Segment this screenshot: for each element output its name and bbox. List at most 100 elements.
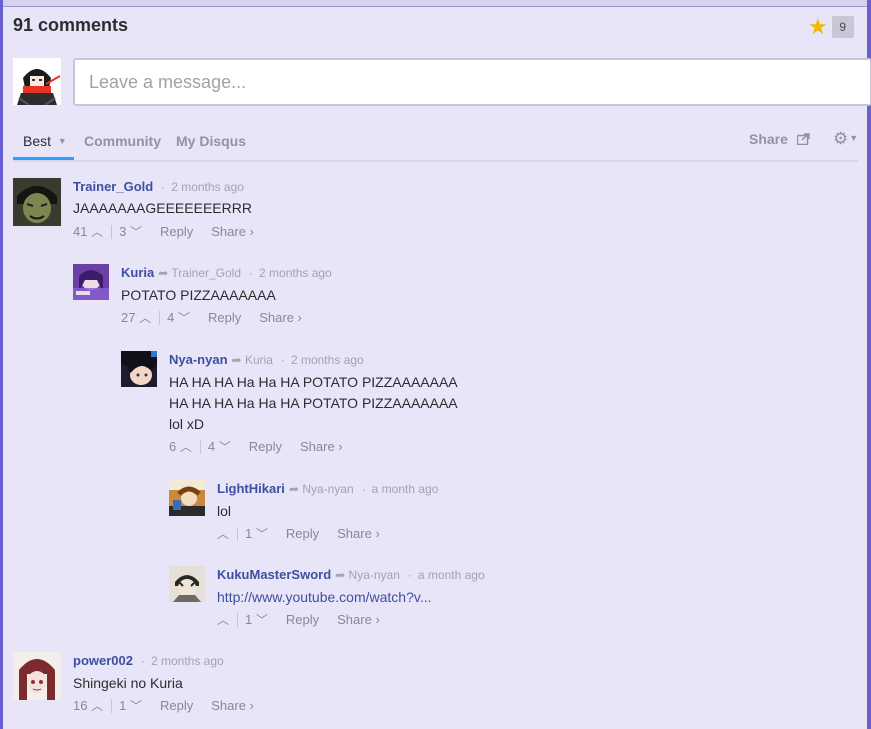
- reply-button[interactable]: Reply: [160, 224, 193, 239]
- upvote-count: 6: [169, 439, 177, 455]
- comment-actions: 6 ︿ 4 ﹀ Reply Share ›: [169, 438, 343, 455]
- comment-body: http://www.youtube.com/watch?v...: [217, 587, 432, 608]
- comment-timestamp[interactable]: 2 months ago: [291, 353, 364, 367]
- chevron-up-icon: ︿: [91, 225, 104, 240]
- comment-text-line: lol: [217, 503, 232, 519]
- comment-timestamp[interactable]: 2 months ago: [151, 654, 224, 668]
- comment-text-line: POTATO PIZZAAAAAAA: [121, 287, 276, 303]
- settings-button[interactable]: ⚙▼: [833, 129, 858, 149]
- share-button[interactable]: Share ›: [337, 612, 380, 627]
- chevron-down-icon: ﹀: [129, 225, 142, 240]
- downvote-button[interactable]: 1 ﹀: [245, 611, 268, 628]
- tab-best[interactable]: Best ▼: [23, 133, 67, 149]
- reply-button[interactable]: Reply: [208, 310, 241, 325]
- star-icon[interactable]: ★: [808, 16, 828, 38]
- avatar[interactable]: [73, 264, 109, 300]
- tab-my-disqus[interactable]: My Disqus: [176, 133, 246, 149]
- active-tab-indicator: [13, 157, 74, 160]
- downvote-button[interactable]: 1 ﹀: [245, 525, 268, 542]
- message-input[interactable]: [73, 58, 871, 106]
- share-button[interactable]: Share ›: [259, 310, 302, 325]
- share-thread-button[interactable]: Share: [749, 131, 810, 147]
- comment-body: JAAAAAAAGEEEEEEERRR: [73, 198, 252, 219]
- comment-item: LightHikari ➦ Nya-nyan · a month ago lol ︿ 1…: [169, 480, 809, 550]
- comment-timestamp[interactable]: 2 months ago: [259, 266, 332, 280]
- comment-author[interactable]: Nya-nyan: [169, 352, 228, 367]
- downvote-count: 4: [167, 310, 175, 326]
- recommend-star[interactable]: ★ 9: [808, 16, 854, 38]
- upvote-button[interactable]: 6 ︿: [169, 438, 192, 455]
- vote-divider: [111, 224, 113, 239]
- comment-author[interactable]: power002: [73, 653, 133, 668]
- comment-text-line: Shingeki no Kuria: [73, 675, 183, 691]
- share-button[interactable]: Share ›: [300, 439, 343, 454]
- frame-border-left: [0, 0, 3, 729]
- avatar[interactable]: [169, 566, 205, 602]
- comment-author[interactable]: LightHikari: [217, 481, 285, 496]
- chevron-up-icon: ︿: [179, 440, 192, 455]
- comment-author[interactable]: KukuMasterSword: [217, 567, 331, 582]
- upvote-button[interactable]: ︿: [217, 611, 229, 628]
- reply-button[interactable]: Reply: [286, 526, 319, 541]
- upvote-count: 27: [121, 310, 136, 326]
- gear-icon: ⚙: [833, 129, 849, 148]
- comment-item: Kuria ➦ Trainer_Gold · 2 months ago POTATO …: [73, 264, 793, 334]
- downvote-button[interactable]: 3 ﹀: [119, 223, 142, 240]
- parent-author[interactable]: Kuria: [245, 353, 273, 367]
- chevron-up-icon: ︿: [217, 527, 230, 542]
- parent-author[interactable]: Nya-nyan: [302, 482, 353, 496]
- separator-dot: ·: [140, 654, 145, 668]
- comment-text-line: HA HA HA Ha Ha HA POTATO PIZZAAAAAAA: [169, 374, 458, 390]
- downvote-button[interactable]: 1 ﹀: [119, 697, 142, 714]
- downvote-count: 1: [119, 698, 127, 714]
- downvote-count: 1: [245, 612, 253, 628]
- separator-dot: ·: [280, 353, 285, 367]
- frame-border-right: [867, 0, 871, 729]
- avatar[interactable]: [169, 480, 205, 516]
- share-button[interactable]: Share ›: [211, 698, 254, 713]
- comment-body: POTATO PIZZAAAAAAA: [121, 285, 276, 306]
- upvote-button[interactable]: 16 ︿: [73, 697, 103, 714]
- tab-community[interactable]: Community: [84, 133, 161, 149]
- upvote-button[interactable]: ︿: [217, 525, 229, 542]
- comment-timestamp[interactable]: a month ago: [418, 568, 485, 582]
- downvote-button[interactable]: 4 ﹀: [208, 438, 231, 455]
- comment-actions: 41 ︿ 3 ﹀ Reply Share ›: [73, 223, 254, 240]
- share-button[interactable]: Share ›: [211, 224, 254, 239]
- tab-best-label: Best: [23, 133, 52, 149]
- reply-button[interactable]: Reply: [249, 439, 282, 454]
- reply-arrow-icon: ➦: [231, 353, 242, 367]
- reply-button[interactable]: Reply: [160, 698, 193, 713]
- comment-author[interactable]: Trainer_Gold: [73, 179, 153, 194]
- vote-divider: [237, 526, 239, 541]
- avatar[interactable]: [121, 351, 157, 387]
- comment-timestamp[interactable]: a month ago: [372, 482, 439, 496]
- comment-timestamp[interactable]: 2 months ago: [171, 180, 244, 194]
- vote-divider: [237, 612, 239, 627]
- reply-button[interactable]: Reply: [286, 612, 319, 627]
- chevron-up-icon: ︿: [91, 699, 104, 714]
- parent-author[interactable]: Nya-nyan: [349, 568, 400, 582]
- top-table-strip: [0, 0, 871, 7]
- comment-count-title: 91 comments: [13, 15, 129, 35]
- separator-dot: ·: [161, 180, 166, 194]
- parent-author[interactable]: Trainer_Gold: [171, 266, 241, 280]
- chevron-up-icon: ︿: [217, 613, 230, 628]
- avatar[interactable]: [13, 652, 61, 700]
- comment-link[interactable]: http://www.youtube.com/watch?v...: [217, 589, 432, 605]
- avatar[interactable]: [13, 178, 61, 226]
- vote-divider: [159, 310, 161, 325]
- comment-author[interactable]: Kuria: [121, 265, 154, 280]
- upvote-count: 41: [73, 224, 88, 240]
- upvote-button[interactable]: 27 ︿: [121, 309, 151, 326]
- comment-header: Kuria ➦ Trainer_Gold · 2 months ago: [121, 265, 332, 280]
- separator-dot: ·: [407, 568, 412, 582]
- current-user-avatar[interactable]: [13, 58, 61, 105]
- comment-actions: 27 ︿ 4 ﹀ Reply Share ›: [121, 309, 302, 326]
- share-button[interactable]: Share ›: [337, 526, 380, 541]
- upvote-button[interactable]: 41 ︿: [73, 223, 103, 240]
- reply-arrow-icon: ➦: [158, 266, 169, 280]
- chevron-down-icon: ﹀: [255, 527, 268, 542]
- share-icon: [796, 133, 810, 146]
- downvote-button[interactable]: 4 ﹀: [167, 309, 190, 326]
